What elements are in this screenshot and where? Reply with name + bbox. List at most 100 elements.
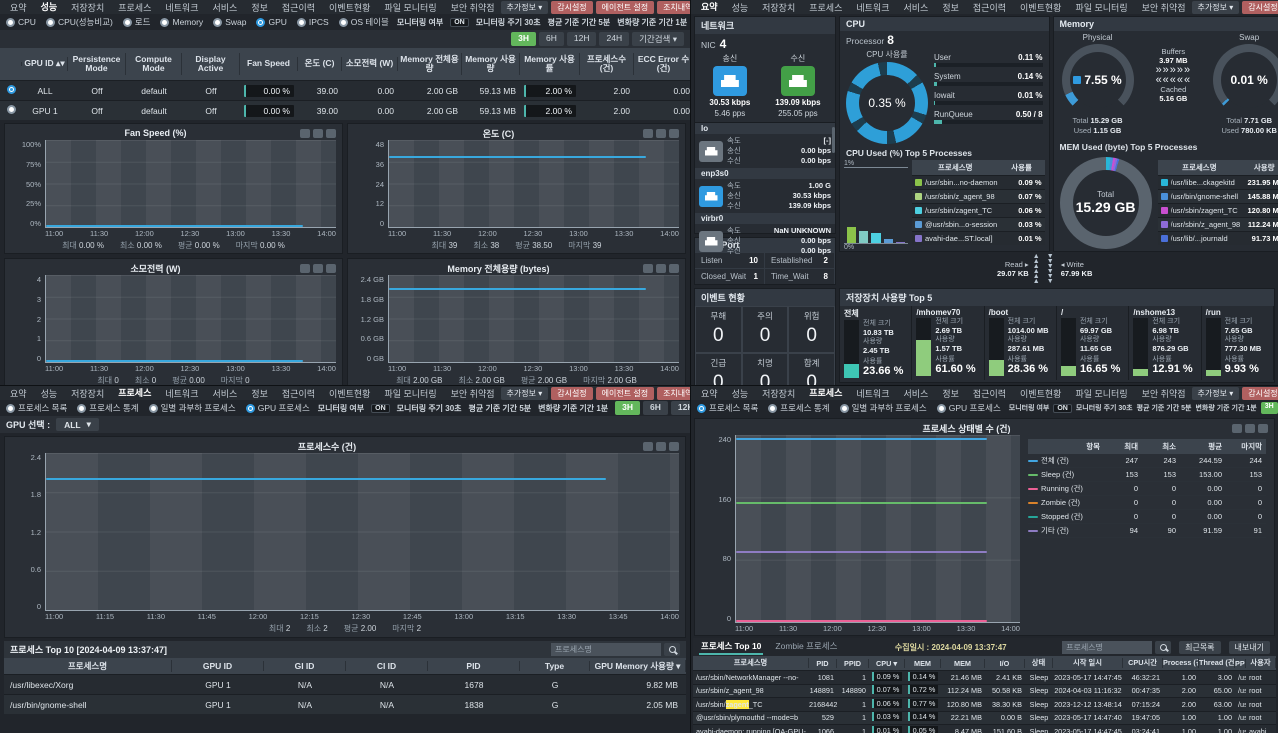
- table-row[interactable]: @usr/sbin...o-session0.03 %: [912, 217, 1045, 231]
- chart-print-icon[interactable]: [669, 129, 679, 138]
- table-row[interactable]: @usr/sbin/plymouthd --mode=b 529 1 0.03 …: [693, 711, 1276, 725]
- header-button[interactable]: 감시설정: [551, 1, 592, 14]
- radio-option[interactable]: CPU: [6, 17, 36, 27]
- monitoring-toggle[interactable]: ON: [1053, 404, 1072, 413]
- table-row[interactable]: /usr/sbin/zagent_TC0.06 %: [912, 203, 1045, 217]
- header-button[interactable]: 추가정보 ▾: [1192, 1, 1240, 14]
- export-button[interactable]: 내보내기: [1229, 641, 1270, 654]
- chart-print-icon[interactable]: [326, 129, 336, 138]
- menu-tab[interactable]: 성능: [35, 386, 64, 400]
- tab[interactable]: 프로세스 Top 10: [699, 639, 763, 655]
- chart-grid-icon[interactable]: [643, 264, 653, 273]
- radio-option[interactable]: GPU: [256, 17, 286, 27]
- chart-export-icon[interactable]: [313, 264, 323, 273]
- menu-tab[interactable]: 성능: [726, 386, 755, 400]
- menu-tab[interactable]: 이벤트현황: [323, 386, 376, 400]
- header-button[interactable]: 추가정보 ▾: [501, 1, 549, 14]
- search-button[interactable]: [1155, 641, 1171, 654]
- menu-tab[interactable]: 성능: [726, 0, 755, 14]
- menu-tab[interactable]: 저장장치: [65, 386, 110, 400]
- menu-tab[interactable]: 이벤트현황: [1014, 0, 1067, 14]
- radio-option[interactable]: Memory: [160, 17, 203, 27]
- column-header[interactable]: 프로세스명: [4, 660, 172, 672]
- radio-option[interactable]: CPU(성능비교): [46, 16, 113, 28]
- radio-option[interactable]: 프로세스 통계: [77, 402, 138, 414]
- column-header[interactable]: PID: [809, 659, 837, 668]
- column-header[interactable]: PID: [428, 661, 520, 671]
- column-header[interactable]: 시작 일시: [1053, 658, 1123, 668]
- menu-tab[interactable]: 보안 취약점: [445, 0, 501, 14]
- monitoring-toggle[interactable]: ON: [450, 18, 469, 27]
- menu-tab[interactable]: 보안 취약점: [445, 386, 501, 400]
- menu-tab[interactable]: 저장장치: [756, 0, 801, 14]
- header-button[interactable]: 조치내역: [657, 387, 690, 400]
- table-row[interactable]: /usr/sbin/z_agent_98112.24 MB: [1158, 217, 1278, 231]
- table-row[interactable]: /usr/libe...ckagekitd231.95 MB: [1158, 175, 1278, 189]
- radio-option[interactable]: 로드: [123, 16, 151, 28]
- menu-tab[interactable]: 이벤트현황: [323, 0, 376, 14]
- list-item[interactable]: lo 속도[-] 송신0.00 bps 수신0.00 bps: [695, 123, 835, 168]
- menu-tab[interactable]: 접근이력: [276, 0, 321, 14]
- radio-option[interactable]: 일별 과부하 프로세스: [149, 402, 236, 414]
- header-button[interactable]: 감시설정: [1242, 387, 1278, 400]
- gpu-select[interactable]: ALL▾: [56, 418, 99, 431]
- search-input[interactable]: [1062, 641, 1152, 654]
- header-button[interactable]: 에이전트 설정: [596, 387, 654, 400]
- menu-tab[interactable]: 요약: [4, 0, 33, 14]
- table-row[interactable]: /usr/sbin/NetworkManager --no- 1081 1 0.…: [693, 670, 1276, 684]
- column-header[interactable]: Memory 사용률: [520, 53, 580, 76]
- column-header[interactable]: CPU시간: [1123, 658, 1163, 668]
- chart-export-icon[interactable]: [656, 129, 666, 138]
- column-header[interactable]: GPU Memory 사용량 ▾: [590, 660, 686, 672]
- column-header[interactable]: MEM: [905, 659, 941, 668]
- menu-tab[interactable]: 서비스: [898, 0, 935, 14]
- column-header[interactable]: Memory 전체용량: [398, 53, 462, 76]
- chart-export-icon[interactable]: [656, 264, 666, 273]
- table-row[interactable]: ALL Off default Off 0.00 % 39.00 0.00 2.…: [0, 80, 690, 100]
- menu-tab[interactable]: 정보: [245, 0, 274, 14]
- header-button[interactable]: 추가정보 ▾: [501, 387, 549, 400]
- radio-option[interactable]: 프로세스 목록: [6, 402, 67, 414]
- menu-tab[interactable]: 요약: [4, 386, 33, 400]
- search-button[interactable]: [664, 643, 680, 656]
- list-item[interactable]: virbr0 속도NaN UNKNOWN 송신0.00 bps 수신0.00 b…: [695, 213, 835, 258]
- menu-tab[interactable]: 접근이력: [276, 386, 321, 400]
- radio-option[interactable]: GPU 프로세스: [937, 402, 1001, 414]
- menu-tab[interactable]: 파일 모니터링: [378, 0, 442, 14]
- time-range-button[interactable]: 3H: [1261, 402, 1278, 414]
- row-radio-icon[interactable]: [7, 105, 16, 114]
- table-row[interactable]: /usr/lib/...journald91.73 MB: [1158, 231, 1278, 245]
- recent-list-button[interactable]: 최근목록: [1179, 641, 1220, 654]
- table-row[interactable]: /usr/bin/gnome-shell GPU 1 N/A N/A 1838 …: [4, 694, 686, 714]
- menu-tab[interactable]: 정보: [245, 386, 274, 400]
- column-header[interactable]: Display Active: [182, 53, 240, 76]
- menu-tab[interactable]: 네트워크: [159, 386, 204, 400]
- radio-option[interactable]: 일별 과부하 프로세스: [840, 402, 927, 414]
- chart-print-icon[interactable]: [326, 264, 336, 273]
- chart-print-icon[interactable]: [669, 264, 679, 273]
- column-header[interactable]: CI ID: [346, 661, 428, 671]
- legend-row[interactable]: 기타 (건) 9490 91.5991: [1028, 524, 1266, 538]
- header-button[interactable]: 조치내역: [657, 1, 690, 14]
- menu-tab[interactable]: 네트워크: [850, 0, 895, 14]
- column-header[interactable]: 프로세스명: [693, 658, 809, 668]
- chart-grid-icon[interactable]: [300, 129, 310, 138]
- menu-tab[interactable]: 프로세스: [112, 0, 157, 14]
- row-radio-icon[interactable]: [7, 85, 16, 94]
- legend-row[interactable]: 전체 (건) 247243 244.59244: [1028, 454, 1266, 468]
- table-row[interactable]: /usr/sbin/z_agent_980.07 %: [912, 189, 1045, 203]
- column-header[interactable]: I/O: [985, 659, 1025, 668]
- time-range-button[interactable]: 12H: [671, 401, 690, 415]
- menu-tab[interactable]: 네트워크: [159, 0, 204, 14]
- radio-option[interactable]: 프로세스 통계: [768, 402, 829, 414]
- column-header[interactable]: MEM: [941, 659, 985, 668]
- menu-tab[interactable]: 서비스: [207, 386, 244, 400]
- chart-export-icon[interactable]: [313, 129, 323, 138]
- menu-tab[interactable]: 저장장치: [65, 0, 110, 14]
- column-header[interactable]: Thread (건): [1199, 658, 1235, 668]
- menu-tab[interactable]: 성능: [35, 0, 64, 14]
- chart-grid-icon[interactable]: [643, 129, 653, 138]
- column-header[interactable]: 프로세스수 (건): [580, 53, 634, 76]
- interface-list[interactable]: lo 속도[-] 송신0.00 bps 수신0.00 bps: [695, 122, 835, 258]
- menu-tab[interactable]: 프로세스: [112, 386, 157, 400]
